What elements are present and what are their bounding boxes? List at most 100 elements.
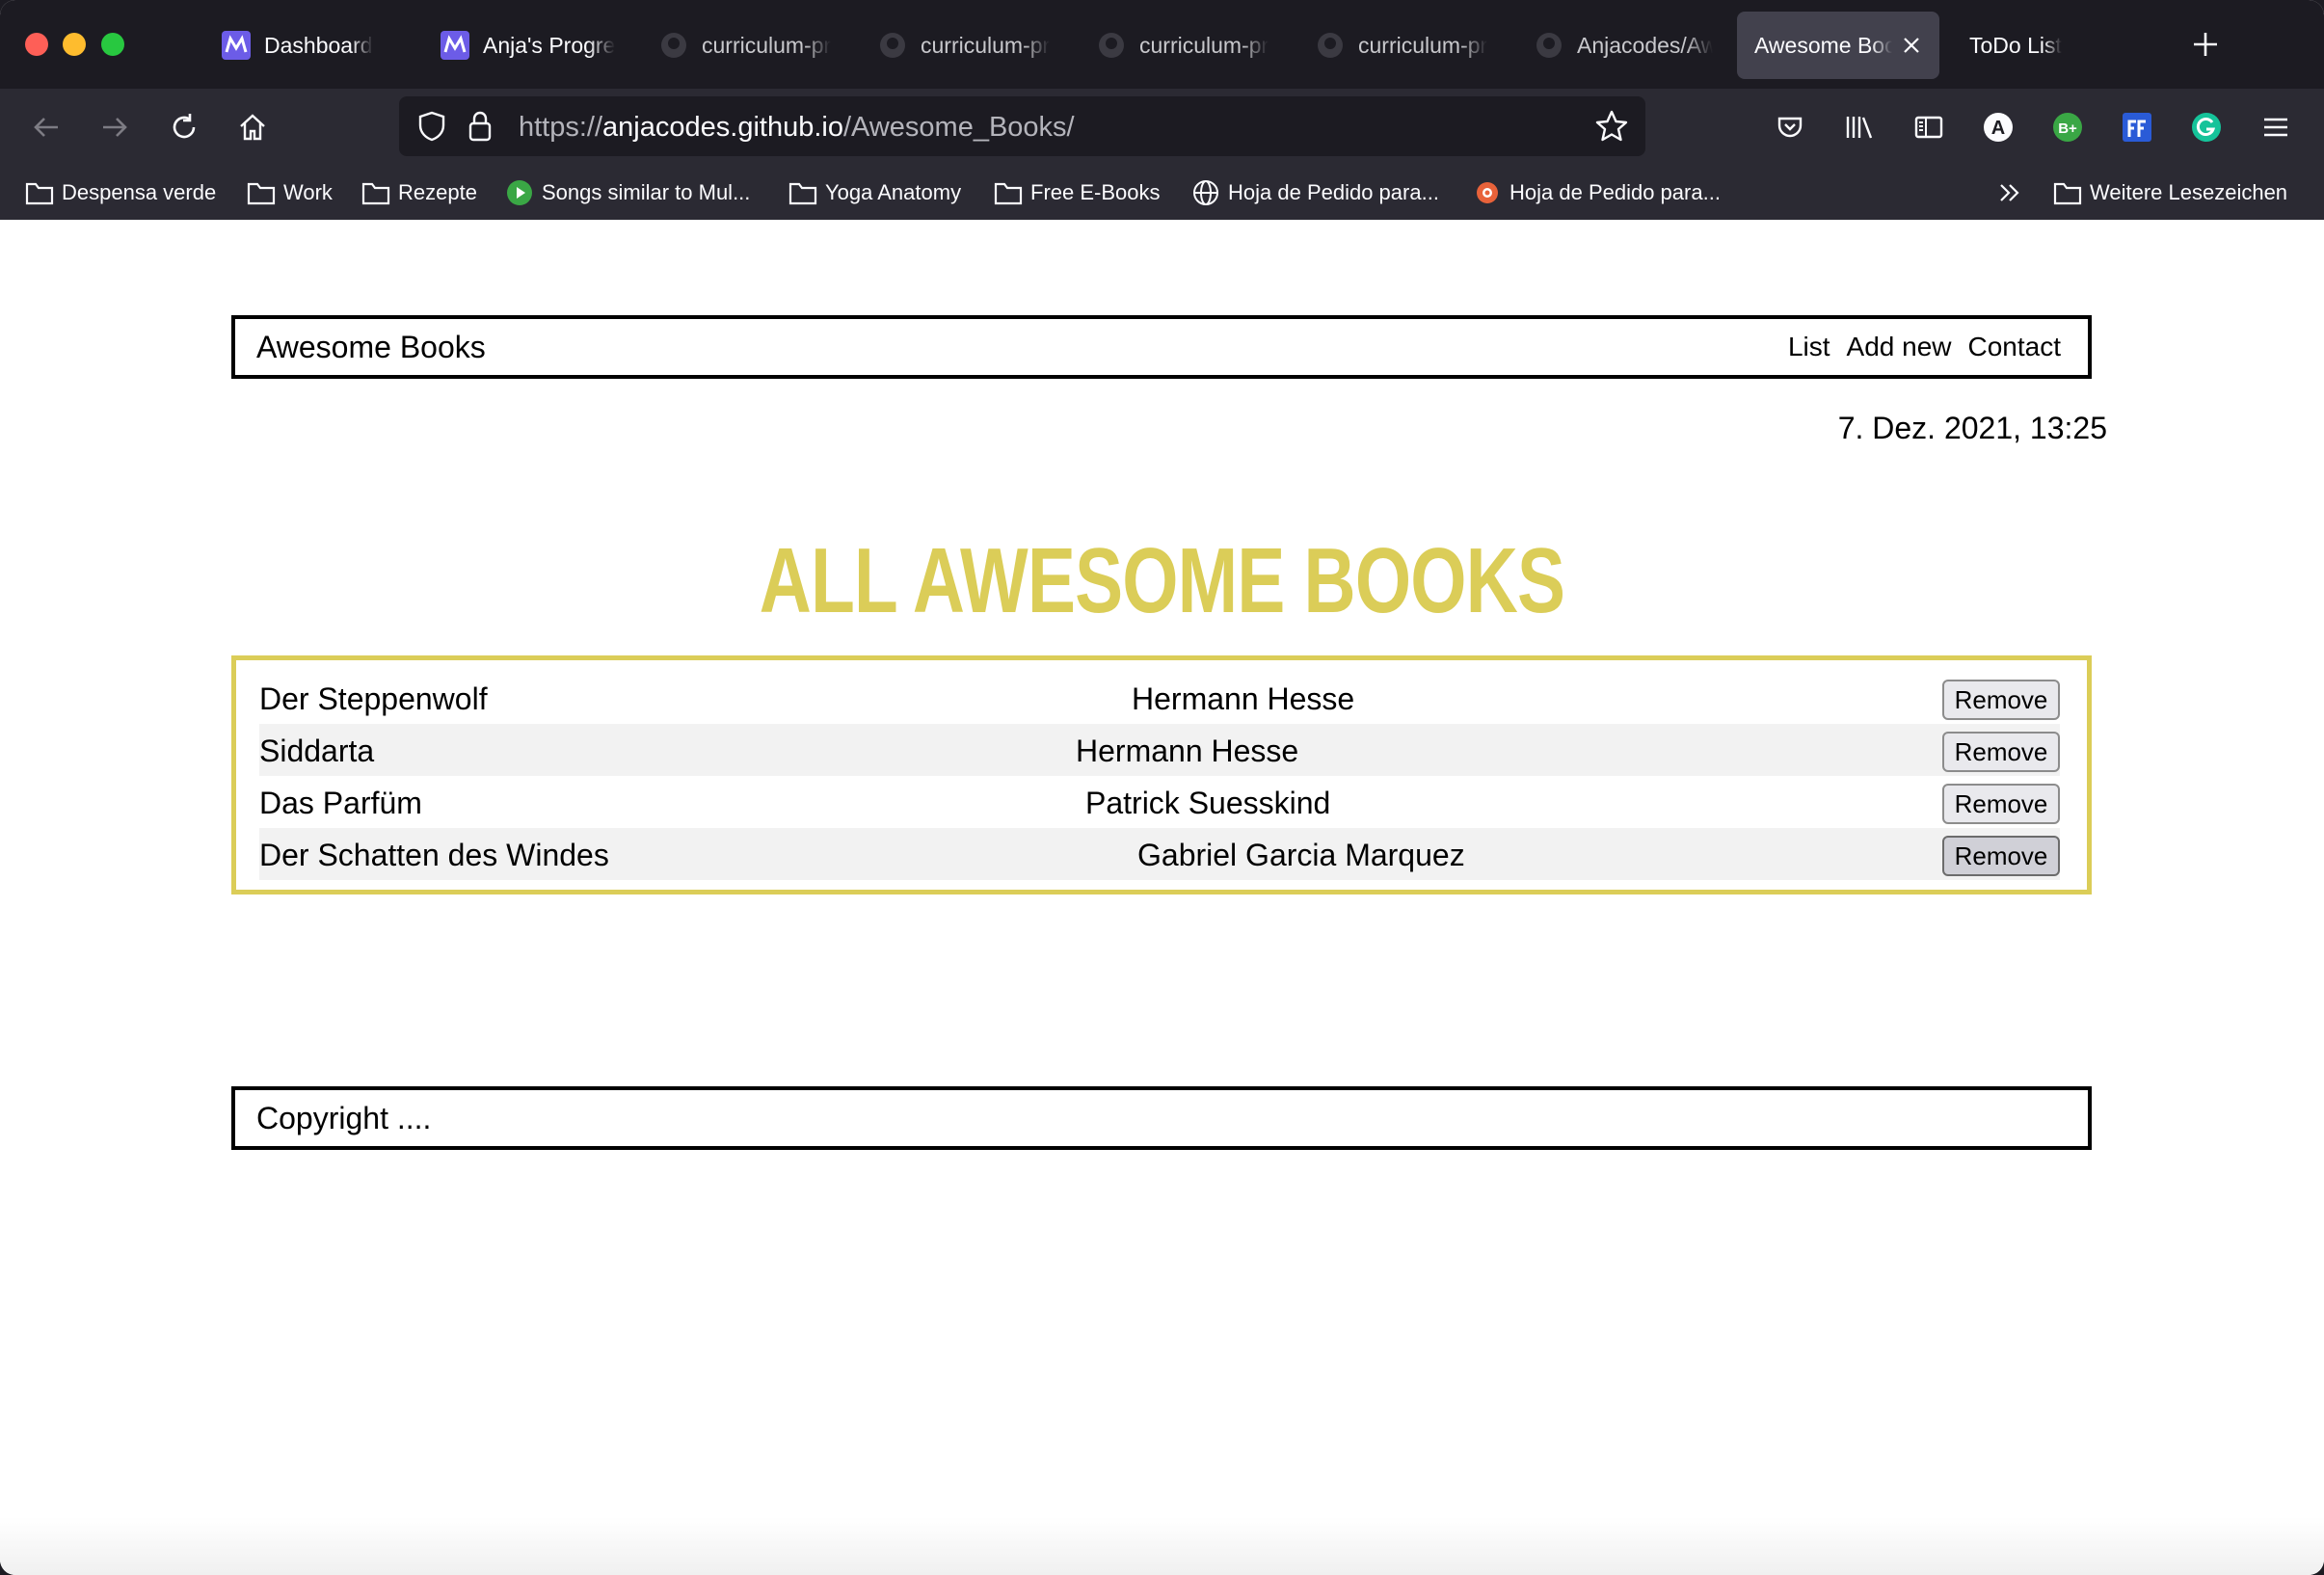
bookmarks-toolbar: Despensa verde Work Rezepte Songs simila… <box>0 166 2324 220</box>
book-list: Der Steppenwolf Hermann Hesse Remove Sid… <box>231 655 2092 894</box>
book-row: Der Schatten des Windes Gabriel Garcia M… <box>259 828 2060 880</box>
tab-github-3[interactable]: curriculum-pr <box>1097 12 1275 79</box>
forward-arrow-icon[interactable] <box>93 106 136 148</box>
tab-progress[interactable]: Anja's Progre <box>441 12 619 79</box>
tab-github-repo[interactable]: Anjacodes/Aw <box>1535 12 1713 79</box>
tab-label: curriculum-pr <box>921 32 1051 58</box>
site-nav: List Add new Contact <box>1788 332 2061 362</box>
bookmark-rezepte[interactable]: Rezepte <box>361 175 477 210</box>
window-minimize-button[interactable] <box>63 33 86 56</box>
book-author: Gabriel Garcia Marquez <box>1137 838 1465 872</box>
back-arrow-icon[interactable] <box>25 106 67 148</box>
extension-a-label: A <box>1991 118 2005 139</box>
bookmark-hoja-de-pedido-2[interactable]: Hoja de Pedido para... <box>1473 175 1721 210</box>
page-content: Awesome Books List Add new Contact 7. De… <box>0 220 2324 1575</box>
bookmark-label: Despensa verde <box>62 180 217 204</box>
tab-github-4[interactable]: curriculum-pr <box>1316 12 1494 79</box>
bookmark-label: Hoja de Pedido para... <box>1509 180 1721 204</box>
tab-label: Awesome Book <box>1754 32 1893 58</box>
new-tab-plus-icon[interactable] <box>2188 27 2223 62</box>
book-row: Der Steppenwolf Hermann Hesse Remove <box>259 672 2060 724</box>
folder-icon <box>25 178 54 207</box>
tab-github-1[interactable]: curriculum-pr <box>659 12 838 79</box>
bookmark-label: Weitere Lesezeichen <box>2090 180 2288 204</box>
bookmark-label: Yoga Anatomy <box>825 180 962 204</box>
url-path: /Awesome_Books/ <box>842 112 1075 143</box>
globe-icon <box>1191 178 1220 207</box>
tab-label: Anjacodes/Aw <box>1577 32 1713 58</box>
folder-icon <box>247 178 276 207</box>
window-maximize-button[interactable] <box>101 33 124 56</box>
window-close-button[interactable] <box>25 33 48 56</box>
extension-ff-icon[interactable] <box>2116 106 2158 148</box>
pocket-icon[interactable] <box>1769 106 1811 148</box>
page-bottom-shade <box>0 1517 2324 1575</box>
browser-window: Dashboard Anja's Progre curriculum-pr cu… <box>0 0 2324 1575</box>
url-domain: anjacodes.github.io <box>602 112 843 143</box>
home-icon[interactable] <box>231 106 274 148</box>
bookmark-despensa-verde[interactable]: Despensa verde <box>25 175 216 210</box>
music-icon <box>505 178 534 207</box>
bookmark-label: Free E-Books <box>1030 180 1161 204</box>
nav-link-contact[interactable]: Contact <box>1968 332 2062 362</box>
bookmark-star-icon[interactable] <box>1594 109 1629 148</box>
folder-icon <box>788 178 817 207</box>
lock-icon[interactable] <box>467 110 494 147</box>
reload-icon[interactable] <box>163 106 205 148</box>
tab-label: Dashboard <box>264 32 373 58</box>
tab-label: curriculum-pr <box>1139 32 1269 58</box>
other-bookmarks-folder[interactable]: Weitere Lesezeichen <box>2053 175 2287 210</box>
remove-button[interactable]: Remove <box>1942 732 2060 772</box>
bookmark-yoga-anatomy[interactable]: Yoga Anatomy <box>788 175 961 210</box>
url-scheme: https:// <box>519 112 603 143</box>
github-icon <box>1316 31 1345 60</box>
bookmark-work[interactable]: Work <box>247 175 333 210</box>
sidebar-icon[interactable] <box>1908 106 1950 148</box>
book-author: Hermann Hesse <box>1132 681 1355 716</box>
folder-icon <box>361 178 390 207</box>
book-title: Der Steppenwolf <box>259 681 488 716</box>
tab-todo-list[interactable]: ToDo List <box>1969 12 2124 79</box>
book-title: Das Parfüm <box>259 786 422 820</box>
bookmark-hoja-de-pedido-1[interactable]: Hoja de Pedido para... <box>1191 175 1439 210</box>
grammarly-icon[interactable] <box>2185 106 2228 148</box>
github-icon <box>1097 31 1126 60</box>
folder-icon <box>994 178 1023 207</box>
site-footer: Copyright .... <box>231 1086 2092 1150</box>
site-logo: Awesome Books <box>256 329 486 364</box>
remove-button[interactable]: Remove <box>1942 680 2060 720</box>
more-bookmarks-chevron-icon[interactable] <box>1995 175 2024 210</box>
book-row: Siddarta Hermann Hesse Remove <box>259 724 2060 776</box>
tab-label: curriculum-pr <box>1358 32 1488 58</box>
page-title: ALL AWESOME BOOKS <box>759 529 1565 632</box>
nav-link-list[interactable]: List <box>1788 332 1830 362</box>
folder-icon <box>2053 178 2082 207</box>
extension-a-icon[interactable]: A <box>1977 106 2019 148</box>
close-tab-icon[interactable] <box>1900 34 1922 57</box>
tab-awesome-books[interactable]: Awesome Book <box>1737 12 1939 79</box>
bookmark-songs[interactable]: Songs similar to Mul... <box>505 175 750 210</box>
bookmark-free-ebooks[interactable]: Free E-Books <box>994 175 1161 210</box>
remove-button[interactable]: Remove <box>1942 836 2060 876</box>
bookmark-label: Work <box>283 180 333 204</box>
github-icon <box>878 31 907 60</box>
microverse-icon <box>222 31 251 60</box>
copyright-text: Copyright .... <box>256 1100 432 1135</box>
nav-link-add-new[interactable]: Add new <box>1847 332 1952 362</box>
tab-strip: Dashboard Anja's Progre curriculum-pr cu… <box>0 0 2324 89</box>
book-author: Hermann Hesse <box>1076 734 1299 768</box>
extension-bplus-icon[interactable]: B+ <box>2046 106 2089 148</box>
menu-hamburger-icon[interactable] <box>2255 106 2297 148</box>
book-title: Siddarta <box>259 734 375 768</box>
library-icon[interactable] <box>1838 106 1881 148</box>
site-icon <box>1473 178 1502 207</box>
tab-github-2[interactable]: curriculum-pr <box>878 12 1056 79</box>
shield-icon[interactable] <box>416 110 447 147</box>
github-icon <box>659 31 688 60</box>
address-bar[interactable]: https://anjacodes.github.io/Awesome_Book… <box>399 96 1645 156</box>
site-header: Awesome Books List Add new Contact <box>231 315 2092 379</box>
tab-dashboard[interactable]: Dashboard <box>222 12 386 79</box>
url-text[interactable]: https://anjacodes.github.io/Awesome_Book… <box>519 112 1075 144</box>
book-author: Patrick Suesskind <box>1085 786 1331 820</box>
remove-button[interactable]: Remove <box>1942 784 2060 824</box>
